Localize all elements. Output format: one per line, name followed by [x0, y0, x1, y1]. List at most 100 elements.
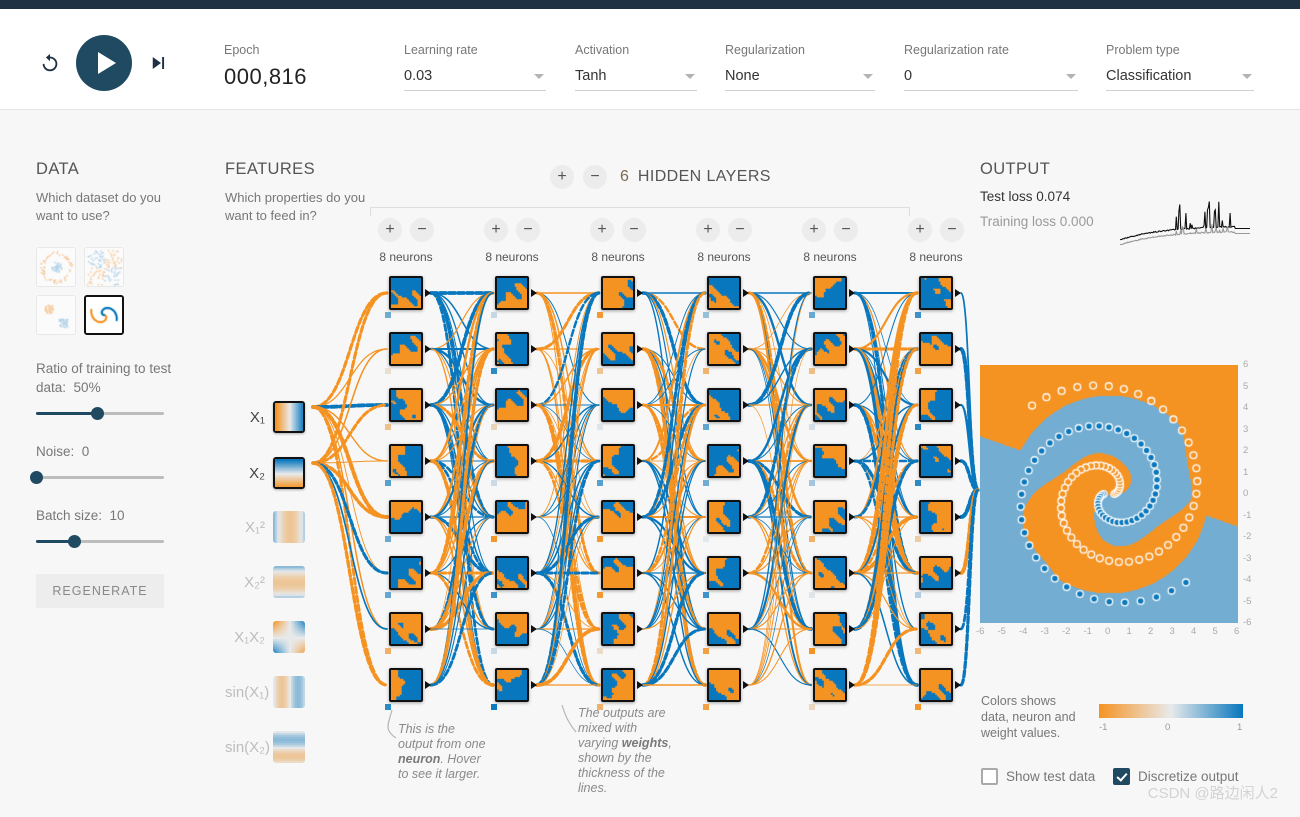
feature-square-4[interactable]	[273, 621, 305, 653]
neuron-l3-n7[interactable]	[707, 668, 741, 702]
feature-row-0[interactable]: X₁	[225, 401, 305, 433]
neuron-l4-n1[interactable]	[813, 332, 847, 366]
feature-row-1[interactable]: X₂	[225, 457, 305, 489]
ratio-slider-knob[interactable]	[91, 407, 105, 420]
neuron-l0-n2[interactable]	[389, 388, 423, 422]
remove-neuron-button-5[interactable]: −	[940, 218, 964, 242]
neuron-l1-n5[interactable]	[495, 556, 529, 590]
neuron-l0-n5[interactable]	[389, 556, 423, 590]
neuron-l4-n7[interactable]	[813, 668, 847, 702]
neuron-l4-n3[interactable]	[813, 444, 847, 478]
neuron-l5-n3[interactable]	[919, 444, 953, 478]
show-test-data-toggle[interactable]: Show test data	[981, 768, 1095, 785]
neuron-l1-n6[interactable]	[495, 612, 529, 646]
noise-slider-knob[interactable]	[30, 471, 43, 484]
step-forward-icon[interactable]	[144, 49, 172, 77]
neuron-l5-n2[interactable]	[919, 388, 953, 422]
dataset-circle[interactable]	[36, 247, 76, 287]
learning-rate-select[interactable]: 0.03	[404, 66, 546, 91]
neuron-l2-n5[interactable]	[601, 556, 635, 590]
feature-row-6[interactable]: sin(X₂)	[225, 731, 305, 763]
feature-square-5[interactable]	[273, 676, 305, 708]
feature-square-6[interactable]	[273, 731, 305, 763]
show-test-data-checkbox[interactable]	[981, 768, 998, 785]
remove-neuron-button-2[interactable]: −	[622, 218, 646, 242]
neuron-l4-n5[interactable]	[813, 556, 847, 590]
dataset-exclusive-or[interactable]	[84, 247, 124, 287]
batch-size-slider[interactable]	[36, 534, 164, 548]
dataset-gaussian[interactable]	[36, 295, 76, 335]
neuron-l0-n3[interactable]	[389, 444, 423, 478]
neuron-l3-n3[interactable]	[707, 444, 741, 478]
neuron-l4-n4[interactable]	[813, 500, 847, 534]
add-neuron-button-1[interactable]: +	[484, 218, 508, 242]
neuron-l3-n0[interactable]	[707, 276, 741, 310]
neuron-l1-n1[interactable]	[495, 332, 529, 366]
feature-row-2[interactable]: X₁²	[225, 511, 305, 543]
neuron-l1-n4[interactable]	[495, 500, 529, 534]
dataset-spiral[interactable]	[84, 295, 124, 335]
neuron-l5-n5[interactable]	[919, 556, 953, 590]
neuron-l2-n3[interactable]	[601, 444, 635, 478]
neuron-l4-n6[interactable]	[813, 612, 847, 646]
neuron-l3-n4[interactable]	[707, 500, 741, 534]
add-neuron-button-5[interactable]: +	[908, 218, 932, 242]
neuron-l4-n0[interactable]	[813, 276, 847, 310]
activation-select[interactable]: Tanh	[575, 66, 697, 91]
neuron-l0-n4[interactable]	[389, 500, 423, 534]
feature-square-0[interactable]	[273, 401, 305, 433]
neuron-l5-n0[interactable]	[919, 276, 953, 310]
neuron-l2-n0[interactable]	[601, 276, 635, 310]
remove-neuron-button-1[interactable]: −	[516, 218, 540, 242]
neuron-l2-n7[interactable]	[601, 668, 635, 702]
neuron-l2-n2[interactable]	[601, 388, 635, 422]
neuron-l2-n4[interactable]	[601, 500, 635, 534]
ratio-value: 50%	[73, 380, 101, 395]
batch-size-slider-knob[interactable]	[68, 535, 82, 548]
play-button[interactable]	[76, 35, 132, 91]
noise-slider[interactable]	[30, 470, 164, 484]
regularization-rate-select[interactable]: 0	[904, 66, 1078, 91]
neuron-l1-n2[interactable]	[495, 388, 529, 422]
regenerate-button[interactable]: REGENERATE	[36, 574, 164, 608]
neuron-l1-n7[interactable]	[495, 668, 529, 702]
neuron-l2-n1[interactable]	[601, 332, 635, 366]
reset-icon[interactable]	[36, 49, 64, 77]
feature-square-2[interactable]	[273, 511, 305, 543]
add-neuron-button-0[interactable]: +	[378, 218, 402, 242]
neuron-l1-n0[interactable]	[495, 276, 529, 310]
ratio-slider[interactable]	[36, 406, 164, 420]
neuron-l5-n7[interactable]	[919, 668, 953, 702]
remove-neuron-button-4[interactable]: −	[834, 218, 858, 242]
neuron-l0-n1[interactable]	[389, 332, 423, 366]
neuron-l0-n6[interactable]	[389, 612, 423, 646]
add-neuron-button-2[interactable]: +	[590, 218, 614, 242]
feature-square-3[interactable]	[273, 566, 305, 598]
feature-row-3[interactable]: X₂²	[225, 566, 305, 598]
add-layer-button[interactable]: +	[550, 165, 574, 189]
neuron-l5-n6[interactable]	[919, 612, 953, 646]
discretize-output-checkbox[interactable]	[1113, 768, 1130, 785]
add-neuron-button-3[interactable]: +	[696, 218, 720, 242]
neuron-l3-n1[interactable]	[707, 332, 741, 366]
remove-neuron-button-0[interactable]: −	[410, 218, 434, 242]
feature-row-5[interactable]: sin(X₁)	[225, 676, 305, 708]
remove-layer-button[interactable]: −	[583, 165, 607, 189]
neuron-l3-n2[interactable]	[707, 388, 741, 422]
remove-neuron-button-3[interactable]: −	[728, 218, 752, 242]
neuron-l3-n6[interactable]	[707, 612, 741, 646]
neuron-l2-n6[interactable]	[601, 612, 635, 646]
problem-type-select[interactable]: Classification	[1106, 66, 1254, 91]
feature-square-1[interactable]	[273, 457, 305, 489]
add-neuron-button-4[interactable]: +	[802, 218, 826, 242]
neuron-l5-n4[interactable]	[919, 500, 953, 534]
neuron-l4-n2[interactable]	[813, 388, 847, 422]
output-heatmap[interactable]	[980, 365, 1238, 623]
neuron-l0-n0[interactable]	[389, 276, 423, 310]
neuron-l1-n3[interactable]	[495, 444, 529, 478]
neuron-l0-n7[interactable]	[389, 668, 423, 702]
regularization-select[interactable]: None	[725, 66, 875, 91]
neuron-l5-n1[interactable]	[919, 332, 953, 366]
feature-row-4[interactable]: X₁X₂	[225, 621, 305, 653]
neuron-l3-n5[interactable]	[707, 556, 741, 590]
